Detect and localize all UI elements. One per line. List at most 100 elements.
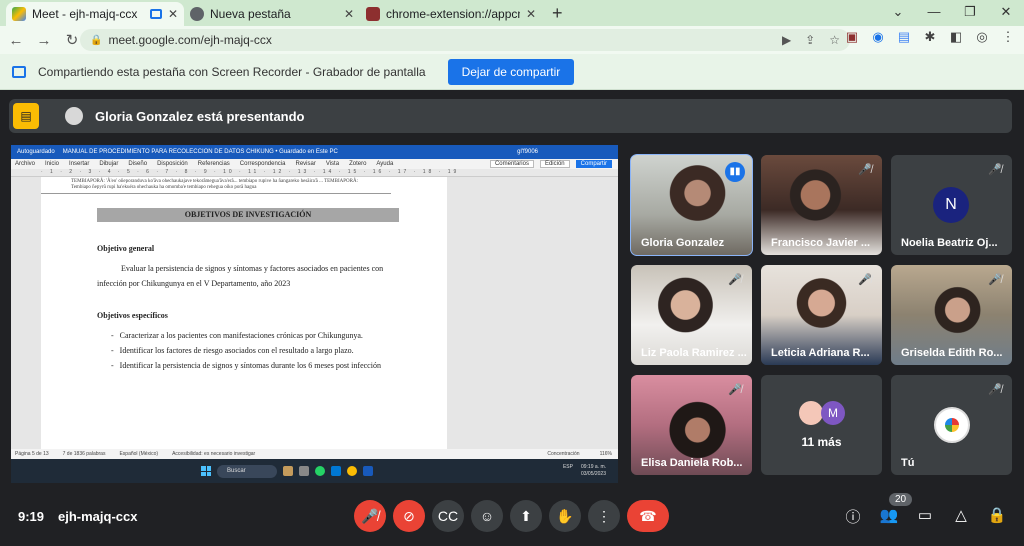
participant-name: Griselda Edith Ro...	[901, 347, 1003, 359]
host-controls-icon[interactable]: 🔒	[986, 506, 1008, 524]
captions-button[interactable]: CC	[432, 500, 464, 532]
camera-icon[interactable]: ▶	[782, 33, 791, 47]
participant-name: Gloria Gonzalez	[641, 237, 725, 249]
tab-meet[interactable]: Meet - ejh-majq-ccx ✕	[6, 2, 184, 26]
bookmark-star-icon[interactable]: ☆	[829, 33, 840, 47]
side-panel-icon[interactable]: ◧	[948, 29, 964, 45]
meet-favicon-icon	[12, 7, 26, 21]
participant-tile[interactable]: 🎤̸ Griselda Edith Ro...	[891, 265, 1012, 365]
extensions-puzzle-icon[interactable]: ✱	[922, 29, 938, 45]
meet-stage: ▤ Gloria Gonzalez está presentando Autog…	[0, 90, 1024, 546]
word-count: 7 de 1836 palabras	[62, 451, 106, 457]
mic-off-icon: 🎤̸	[858, 274, 872, 286]
word-icon	[363, 466, 373, 476]
taskbar-app-icon	[283, 466, 293, 476]
taskbar-clock: ESP 09:19 a. m. 03/05/2023	[562, 464, 606, 477]
tab-extension[interactable]: chrome-extension://appcnhiefcic ✕	[360, 2, 542, 26]
mic-off-icon: 🎤̸	[858, 164, 872, 176]
extension-favicon-icon	[366, 7, 380, 21]
presentation-icon[interactable]: ▤	[13, 103, 39, 129]
raise-hand-button[interactable]: ✋	[549, 500, 581, 532]
docs-extension-icon[interactable]: ▤	[896, 29, 912, 45]
minimize-icon[interactable]: —	[916, 0, 952, 26]
profile-avatar[interactable]: ◎	[974, 29, 990, 45]
participant-name: Francisco Javier ...	[771, 237, 871, 249]
ruler: · 1 · 2 · 3 · 4 · 5 · 6 · 7 · 8 · 9 · 10…	[11, 169, 618, 177]
menu-item: Insertar	[69, 161, 90, 167]
share-icon[interactable]: ⇪	[805, 33, 815, 47]
close-tab-icon[interactable]: ✕	[526, 7, 536, 21]
menu-item: Ayuda	[376, 161, 394, 167]
info-icon[interactable]: ⓘ	[842, 506, 864, 527]
close-window-icon[interactable]: ✕	[988, 0, 1024, 26]
word-menu: Archivo Inicio Insertar Dibujar Diseño D…	[11, 159, 618, 169]
address-bar[interactable]: 🔒 meet.google.com/ejh-majq-ccx ▶ ⇪ ☆	[80, 29, 850, 51]
menu-item: Diseño	[128, 161, 148, 167]
taskbar-search: Buscar	[217, 464, 277, 478]
chrome-icon	[347, 466, 357, 476]
participant-name: Leticia Adriana R...	[771, 347, 870, 359]
mic-off-icon: 🎤̸	[728, 384, 742, 396]
participant-avatar: M	[821, 401, 845, 425]
participant-tile[interactable]: 🎤̸ Francisco Javier ...	[761, 155, 882, 255]
back-icon[interactable]: ←	[4, 32, 28, 49]
partial-text: TEMBIAPORÃ: 'Ã'eo' oñeporanduva ko'ãva o…	[41, 177, 391, 194]
tab-title: Meet - ejh-majq-ccx	[32, 7, 138, 21]
reactions-button[interactable]: ☺	[471, 500, 503, 532]
close-tab-icon[interactable]: ✕	[344, 7, 354, 21]
restore-icon[interactable]: ❐	[952, 0, 988, 26]
tab-search-icon[interactable]: ⌄	[880, 0, 916, 26]
shared-screen: Autoguardado MANUAL DE PROCEDIMIENTO PAR…	[11, 145, 618, 483]
participant-count-badge: 20	[889, 493, 913, 506]
close-tab-icon[interactable]: ✕	[168, 7, 178, 21]
participant-tile[interactable]: 🎤̸ Liz Paola Ramirez ...	[631, 265, 752, 365]
chat-icon[interactable]: ▭	[914, 506, 936, 524]
accessibility-status: Accesibilidad: es necesario investigar	[172, 451, 256, 457]
zoom-level: 116%	[599, 451, 612, 457]
comments-button: Comentarios	[489, 160, 534, 168]
recorder-extension-icon[interactable]: ▣	[844, 29, 860, 45]
mic-off-icon: 🎤̸	[988, 384, 1002, 396]
presenter-avatar	[65, 107, 83, 125]
participant-avatar: N	[933, 187, 969, 223]
sharing-message: Compartiendo esta pestaña con Screen Rec…	[38, 64, 426, 79]
participant-name: Liz Paola Ramirez ...	[641, 347, 747, 359]
menu-item: Referencias	[197, 161, 230, 167]
meeting-clock: 9:19	[18, 509, 45, 524]
participant-tile[interactable]: N 🎤̸ Noelia Beatriz Oj...	[891, 155, 1012, 255]
participant-name: Noelia Beatriz Oj...	[901, 237, 998, 249]
edge-icon	[331, 466, 341, 476]
menu-item: Disposición	[157, 161, 188, 167]
taskbar-app-icon	[299, 466, 309, 476]
participant-tile[interactable]: 🎤̸ Elisa Daniela Rob...	[631, 375, 752, 475]
screencast-extension-icon[interactable]: ◉	[870, 29, 886, 45]
new-tab-button[interactable]: +	[542, 2, 573, 26]
document-page: TEMBIAPORÃ: 'Ã'eo' oñeporanduva ko'ãva o…	[41, 177, 447, 449]
list-item: - Caracterizar a los pacientes con manif…	[111, 331, 363, 340]
general-objective-title: Objetivo general	[97, 244, 155, 253]
more-options-button[interactable]: ⋮	[588, 500, 620, 532]
editing-button: Edición	[539, 160, 570, 168]
leave-call-button[interactable]: ☎	[627, 500, 669, 532]
meeting-controls: 9:19 ejh-majq-ccx 🎤̸ ⊘ CC ☺ ⬆ ✋ ⋮ ☎ ⓘ 20…	[0, 490, 1024, 546]
mic-toggle-button[interactable]: 🎤̸	[354, 500, 386, 532]
meeting-code: ejh-majq-ccx	[58, 509, 138, 524]
present-button[interactable]: ⬆	[510, 500, 542, 532]
tab-new[interactable]: Nueva pestaña ✕	[184, 2, 360, 26]
people-icon[interactable]: 👥	[878, 506, 900, 524]
menu-icon[interactable]: ⋮	[1000, 29, 1016, 45]
activities-icon[interactable]: △	[950, 506, 972, 524]
participant-tile[interactable]: 🎤̸ Leticia Adriana R...	[761, 265, 882, 365]
mic-off-icon: 🎤̸	[988, 274, 1002, 286]
more-participants-tile[interactable]: M 11 más	[761, 375, 882, 475]
forward-icon[interactable]: →	[32, 32, 56, 49]
participant-name: Elisa Daniela Rob...	[641, 457, 743, 469]
word-share-button: Compartir	[575, 160, 612, 168]
self-tile[interactable]: 🎤̸ Tú	[891, 375, 1012, 475]
menu-item: Vista	[325, 161, 340, 167]
participant-tile[interactable]: ▮▮ Gloria Gonzalez	[630, 154, 753, 256]
window-controls: ⌄ — ❐ ✕	[880, 0, 1024, 26]
screen-share-icon	[12, 65, 26, 78]
stop-sharing-button[interactable]: Dejar de compartir	[447, 58, 575, 85]
camera-toggle-button[interactable]: ⊘	[393, 500, 425, 532]
